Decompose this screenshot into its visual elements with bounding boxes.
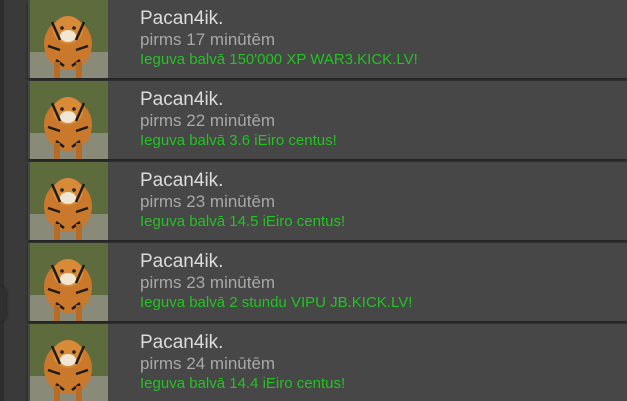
reward-feed: Pacan4ik. pirms 17 minūtēm Ieguva balvā … [0, 0, 627, 401]
feed-entry[interactable]: Pacan4ik. pirms 22 minūtēm Ieguva balvā … [28, 81, 627, 159]
time-ago: pirms 22 minūtēm [140, 111, 276, 130]
time-ago: pirms 23 minūtēm [140, 273, 276, 292]
prize-text: Ieguva balvā 150'000 XP WAR3.KICK.LV! [140, 51, 418, 68]
side-toggle-handle[interactable] [0, 286, 6, 322]
user-name[interactable]: Pacan4ik. [140, 332, 619, 354]
feed-entry[interactable]: Pacan4ik. pirms 23 minūtēm Ieguva balvā … [28, 243, 627, 321]
time-ago: pirms 23 minūtēm [140, 192, 276, 211]
tiger-avatar-icon[interactable] [30, 0, 108, 78]
prize-text: Ieguva balvā 14.4 iEiro centus! [140, 375, 346, 392]
tiger-avatar-icon[interactable] [30, 243, 108, 321]
entry-text: Pacan4ik. pirms 22 minūtēm Ieguva balvā … [140, 89, 619, 150]
prize-text: Ieguva balvā 2 stundu VIPU JB.KICK.LV! [140, 294, 413, 311]
entry-text: Pacan4ik. pirms 17 minūtēm Ieguva balvā … [140, 8, 619, 69]
time-ago: pirms 24 minūtēm [140, 354, 276, 373]
time-ago: pirms 17 minūtēm [140, 30, 276, 49]
feed-entry[interactable]: Pacan4ik. pirms 24 minūtēm Ieguva balvā … [28, 324, 627, 401]
entry-text: Pacan4ik. pirms 23 minūtēm Ieguva balvā … [140, 170, 619, 231]
prize-text: Ieguva balvā 14.5 iEiro centus! [140, 213, 346, 230]
user-name[interactable]: Pacan4ik. [140, 89, 619, 111]
left-rail [0, 0, 4, 401]
tiger-avatar-icon[interactable] [30, 324, 108, 401]
entry-text: Pacan4ik. pirms 24 minūtēm Ieguva balvā … [140, 332, 619, 393]
tiger-avatar-icon[interactable] [30, 162, 108, 240]
feed-entry[interactable]: Pacan4ik. pirms 17 minūtēm Ieguva balvā … [28, 0, 627, 78]
feed-entry[interactable]: Pacan4ik. pirms 23 minūtēm Ieguva balvā … [28, 162, 627, 240]
user-name[interactable]: Pacan4ik. [140, 251, 619, 273]
user-name[interactable]: Pacan4ik. [140, 8, 619, 30]
user-name[interactable]: Pacan4ik. [140, 170, 619, 192]
entry-text: Pacan4ik. pirms 23 minūtēm Ieguva balvā … [140, 251, 619, 312]
prize-text: Ieguva balvā 3.6 iEiro centus! [140, 132, 337, 149]
tiger-avatar-icon[interactable] [30, 81, 108, 159]
